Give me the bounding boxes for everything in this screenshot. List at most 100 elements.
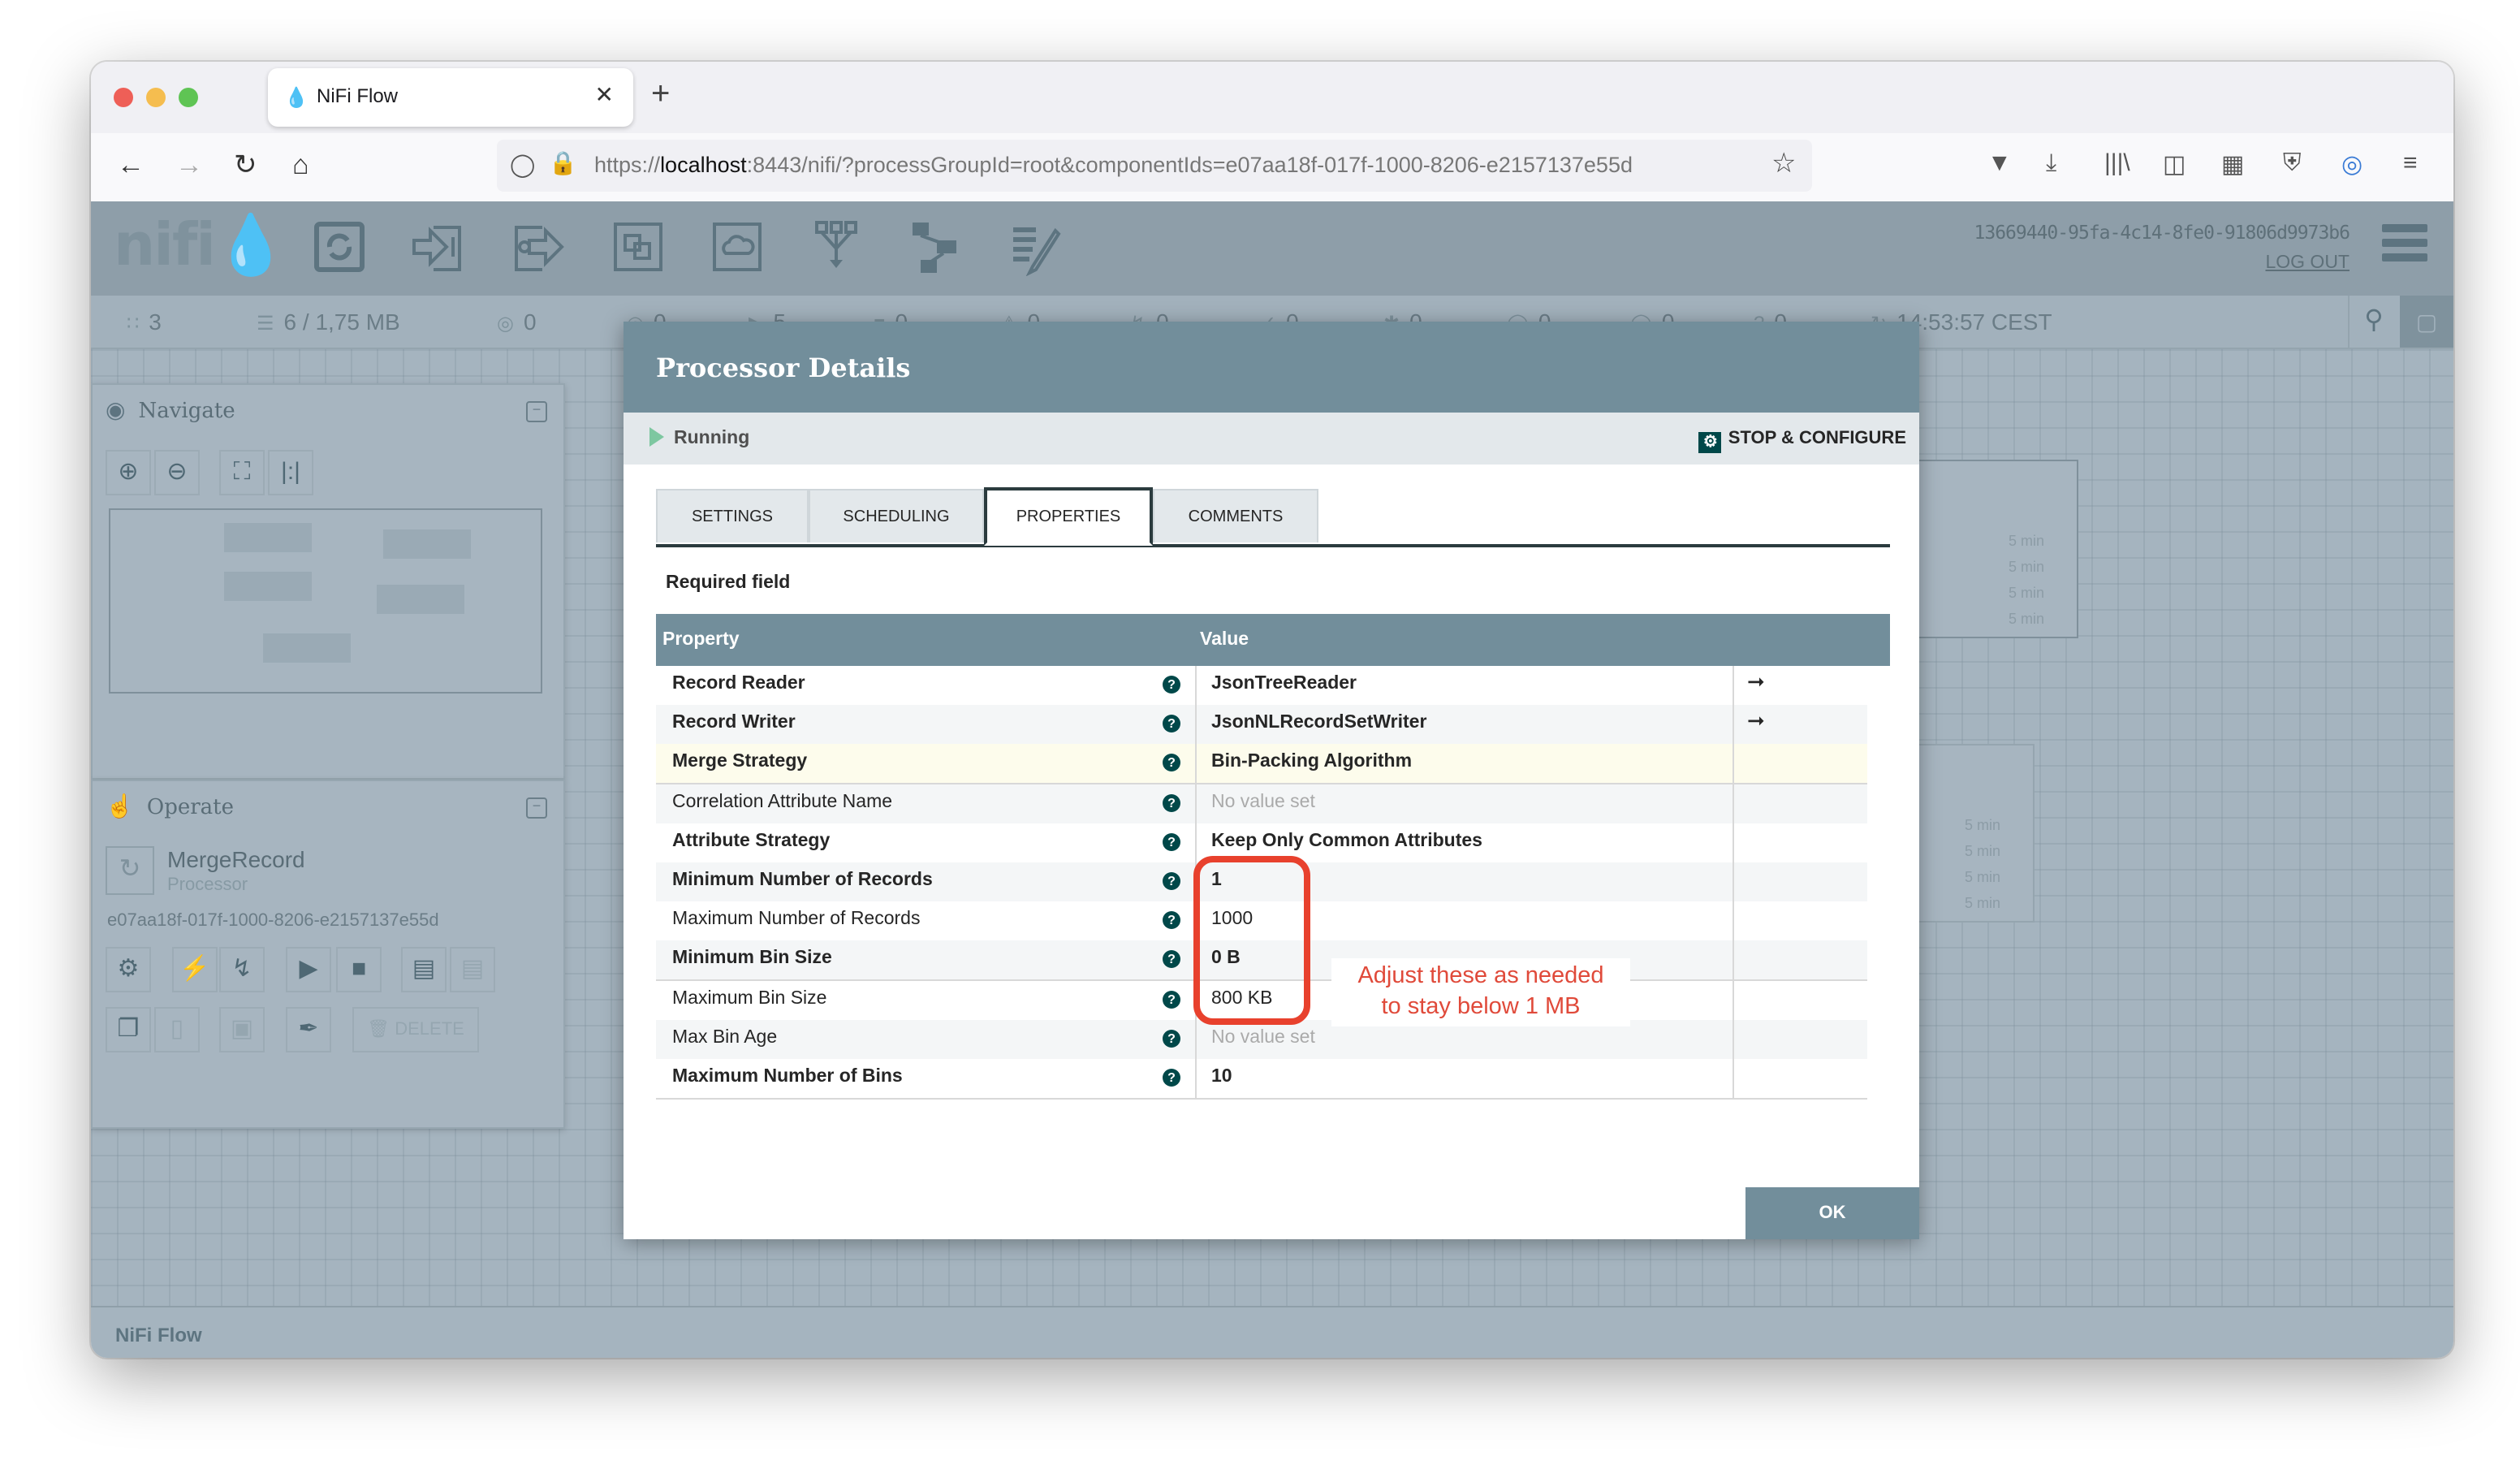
help-icon[interactable]: ? — [1163, 872, 1180, 890]
property-value[interactable]: No value set — [1211, 1028, 1315, 1048]
help-icon[interactable]: ? — [1163, 754, 1180, 772]
property-row[interactable]: Maximum Number of Bins? 10 — [656, 1059, 1867, 1100]
help-icon[interactable]: ? — [1163, 1069, 1180, 1087]
property-row[interactable]: Record Reader? JsonTreeReader ➞ — [656, 666, 1867, 707]
funnel-icon[interactable] — [809, 218, 864, 276]
group-button[interactable]: ▣ — [219, 1007, 265, 1052]
color-button[interactable]: ✒ — [286, 1007, 331, 1052]
help-icon[interactable]: ? — [1163, 832, 1180, 851]
nifi-drop-icon: 💧 — [284, 86, 309, 109]
maximize-window-button[interactable] — [179, 88, 198, 107]
actual-size-button[interactable]: |:| — [268, 450, 313, 495]
sidebar-icon[interactable]: ◫ — [2163, 149, 2186, 179]
column-header-property[interactable]: Property — [662, 630, 740, 650]
collapse-navigate-button[interactable]: − — [526, 401, 547, 422]
start-button[interactable]: ▶ — [286, 947, 331, 992]
minimize-window-button[interactable] — [146, 88, 166, 107]
disable-button[interactable]: ↯ — [219, 947, 265, 992]
transmitting-stat: ◎ 0 — [497, 309, 537, 335]
pocket-icon[interactable]: ▼ — [1987, 149, 2012, 177]
bulletin-board-button[interactable]: ▢ — [2400, 296, 2453, 348]
tab-comments[interactable]: COMMENTS — [1153, 489, 1318, 542]
processor-icon[interactable] — [312, 218, 367, 276]
download-icon[interactable]: ⤓ — [2046, 149, 2056, 177]
operate-header[interactable]: ☝ Operate — [106, 794, 234, 820]
property-value[interactable]: JsonNLRecordSetWriter — [1211, 713, 1426, 732]
stop-configure-button[interactable]: ⚙ STOP & CONFIGURE — [1698, 429, 1906, 453]
template-icon[interactable] — [908, 218, 963, 276]
home-button[interactable]: ⌂ — [292, 149, 309, 182]
zoom-in-button[interactable]: ⊕ — [106, 450, 151, 495]
copy-button[interactable]: ❐ — [106, 1007, 151, 1052]
remote-process-group-icon[interactable] — [710, 218, 765, 276]
new-tab-button[interactable]: + — [651, 76, 670, 114]
back-button[interactable]: ← — [117, 149, 145, 182]
tracking-shield-icon[interactable]: ◯ — [510, 151, 535, 179]
menu-icon[interactable]: ≡ — [2403, 149, 2418, 177]
breadcrumb-root[interactable]: NiFi Flow — [115, 1324, 202, 1346]
tab-settings[interactable]: SETTINGS — [656, 489, 809, 542]
help-icon[interactable]: ? — [1163, 1029, 1180, 1048]
delete-button[interactable]: 🗑 DELETE — [352, 1007, 479, 1052]
help-icon[interactable]: ? — [1163, 950, 1180, 969]
property-row[interactable]: Max Bin Age? No value set — [656, 1019, 1867, 1061]
transmitting-icon: ◎ — [497, 312, 514, 335]
birdseye-view[interactable] — [109, 508, 542, 694]
process-group-icon[interactable] — [611, 218, 666, 276]
property-row[interactable]: Correlation Attribute Name? No value set — [656, 784, 1867, 825]
logout-link[interactable]: LOG OUT — [2265, 253, 2350, 273]
input-port-icon[interactable] — [411, 218, 466, 276]
zoom-out-button[interactable]: ⊖ — [154, 450, 200, 495]
navigate-header[interactable]: ◉ Navigate — [106, 398, 235, 424]
help-icon[interactable]: ? — [1163, 715, 1180, 733]
forward-button[interactable]: → — [175, 149, 203, 182]
ublock-icon[interactable]: ⛨ — [2283, 149, 2302, 177]
ok-button[interactable]: OK — [1745, 1187, 1919, 1239]
help-icon[interactable]: ? — [1163, 990, 1180, 1009]
url-text[interactable]: https://localhost:8443/nifi/?processGrou… — [594, 153, 1633, 177]
help-icon[interactable]: ? — [1163, 911, 1180, 930]
property-value[interactable]: JsonTreeReader — [1211, 674, 1357, 694]
stop-button[interactable]: ■ — [336, 947, 382, 992]
insecure-lock-icon[interactable]: 🔒 — [549, 149, 577, 177]
label-icon[interactable] — [1007, 218, 1062, 277]
tab-scheduling[interactable]: SCHEDULING — [809, 489, 984, 542]
bookmark-star-icon[interactable]: ☆ — [1771, 148, 1797, 180]
property-value[interactable]: 10 — [1211, 1067, 1232, 1087]
go-to-service-arrow-icon[interactable]: ➞ — [1747, 708, 1765, 734]
address-bar[interactable]: ◯ 🔒 https://localhost:8443/nifi/?process… — [497, 140, 1812, 192]
collapse-operate-button[interactable]: − — [526, 797, 547, 819]
property-value[interactable]: Keep Only Common Attributes — [1211, 832, 1482, 851]
help-icon[interactable]: ? — [1163, 793, 1180, 812]
paste-button[interactable]: ▯ — [154, 1007, 200, 1052]
reload-button[interactable]: ↻ — [234, 149, 257, 182]
upload-template-button[interactable]: ▤ — [450, 947, 495, 992]
close-window-button[interactable] — [114, 88, 133, 107]
create-template-button[interactable]: ▤ — [401, 947, 447, 992]
close-tab-icon[interactable]: ✕ — [595, 81, 614, 109]
go-to-service-arrow-icon[interactable]: ➞ — [1747, 669, 1765, 695]
property-value[interactable]: Bin-Packing Algorithm — [1211, 753, 1412, 772]
navigate-palette: ◉ Navigate − ⊕ ⊖ ⛶ |:| — [91, 383, 565, 780]
search-button[interactable]: ⚲ — [2348, 296, 2398, 348]
column-header-value[interactable]: Value — [1200, 630, 1249, 650]
group-icon: ▣ — [230, 1015, 254, 1043]
enable-button[interactable]: ⚡ — [172, 947, 218, 992]
fit-screen-button[interactable]: ⛶ — [219, 450, 265, 495]
property-name: Record Writer — [672, 713, 796, 733]
zoom-out-icon: ⊖ — [166, 458, 188, 486]
global-menu-button[interactable] — [2382, 224, 2427, 266]
help-icon[interactable]: ? — [1163, 676, 1180, 694]
browser-tab[interactable]: 💧 NiFi Flow ✕ — [268, 68, 633, 127]
canvas-label: 5 min — [1964, 843, 2000, 859]
tab-properties[interactable]: PROPERTIES — [984, 487, 1153, 546]
output-port-icon[interactable] — [510, 218, 565, 276]
vpn-icon[interactable]: ◎ — [2341, 149, 2362, 179]
configure-button[interactable]: ⚙ — [106, 947, 151, 992]
extension-fence-icon[interactable]: ▦ — [2221, 149, 2244, 179]
property-value[interactable]: No value set — [1211, 792, 1315, 811]
library-icon[interactable]: |||\ — [2104, 149, 2130, 177]
property-row[interactable]: Record Writer? JsonNLRecordSetWriter ➞ — [656, 705, 1867, 746]
column-divider — [1732, 666, 1734, 705]
property-row[interactable]: Merge Strategy? Bin-Packing Algorithm — [656, 744, 1867, 785]
